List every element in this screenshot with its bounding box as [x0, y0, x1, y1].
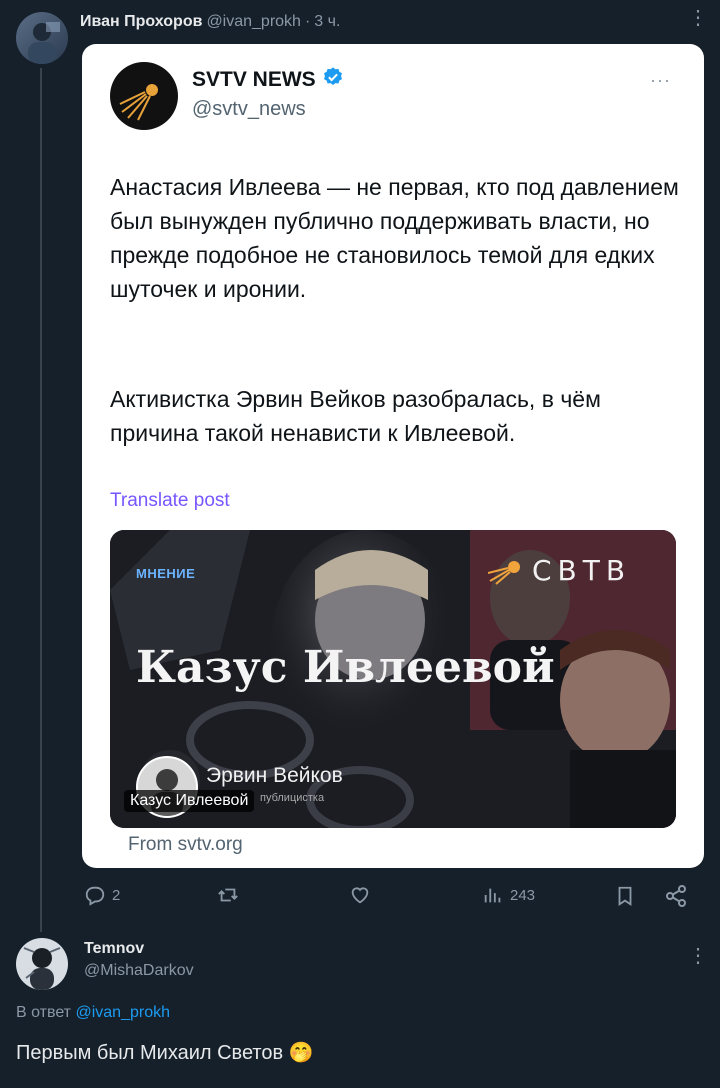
like-icon	[351, 887, 369, 904]
article-source[interactable]: From svtv.org	[128, 834, 243, 856]
article-tag: МНЕНИЕ	[136, 566, 196, 581]
in-reply-prefix: В ответ	[16, 1004, 72, 1021]
article-headline: Казус Ивлеевой	[136, 642, 555, 693]
author-handle[interactable]: @ivan_prokh	[206, 13, 301, 31]
reply-more-options-icon[interactable]: ⋮	[688, 946, 708, 966]
article-author-name: Эрвин Вейков	[206, 764, 343, 787]
sputnik-logo-icon	[488, 560, 520, 585]
quoted-more-icon[interactable]: ···	[650, 70, 671, 91]
reply-author-avatar[interactable]	[16, 938, 68, 990]
views-count: 243	[510, 886, 536, 904]
reply-avatar-image	[23, 947, 61, 990]
share-icon	[666, 885, 686, 907]
reply-text: Первым был Михаил Светов 🤭	[16, 1040, 314, 1065]
retweet-button[interactable]	[216, 884, 240, 906]
author-avatar-image	[28, 22, 60, 64]
image-caption-badge: Казус Ивлеевой	[124, 790, 255, 812]
article-author-role: публицистка	[260, 792, 325, 804]
article-preview-image[interactable]: МНЕНИЕ СВТВ Казус Ивлеевой Эрвин Вейков …	[110, 530, 676, 828]
bookmark-icon	[618, 886, 632, 906]
quoted-tweet-card[interactable]: SVTV NEWS @svtv_news ··· Анастасия Ивлее…	[82, 44, 704, 868]
reply-author-name[interactable]: Temnov	[84, 940, 144, 958]
reply-author-handle[interactable]: @MishaDarkov	[84, 962, 194, 980]
share-button[interactable]	[664, 884, 688, 908]
reply-count: 2	[112, 886, 121, 904]
tweet-header: Иван Прохоров @ivan_prokh · 3 ч.	[80, 10, 340, 34]
views-icon	[484, 888, 501, 903]
author-avatar[interactable]	[16, 12, 68, 64]
author-name[interactable]: Иван Прохоров	[80, 13, 202, 31]
article-brand-text: СВТВ	[532, 554, 632, 587]
views-button[interactable]: 243	[482, 884, 535, 906]
quoted-author-handle[interactable]: @svtv_news	[192, 98, 306, 121]
thread-line	[40, 68, 42, 932]
reply-button[interactable]: 2	[84, 884, 120, 906]
reply-icon	[85, 886, 105, 906]
quoted-text-paragraph-2: Активистка Эрвин Вейков разобралась, в ч…	[110, 386, 601, 446]
quoted-author-name[interactable]: SVTV NEWS	[192, 68, 316, 92]
retweet-icon	[218, 888, 238, 902]
translate-post-link[interactable]: Translate post	[110, 490, 230, 512]
in-reply-to: В ответ @ivan_prokh	[16, 1004, 170, 1022]
svtv-avatar[interactable]	[110, 62, 178, 130]
sputnik-logo-icon	[119, 84, 158, 121]
time-separator: ·	[304, 13, 311, 30]
quoted-header: SVTV NEWS	[192, 66, 344, 93]
bookmark-button[interactable]	[614, 884, 636, 908]
like-button[interactable]	[348, 884, 372, 906]
tweet-time[interactable]: 3 ч.	[314, 13, 340, 31]
in-reply-handle-link[interactable]: @ivan_prokh	[75, 1004, 170, 1021]
quoted-text-paragraph-1: Анастасия Ивлеева — не первая, кто под д…	[110, 174, 679, 302]
reply-text-body: Первым был Михаил Светов	[16, 1042, 284, 1064]
verified-badge-icon	[322, 66, 344, 93]
reply-emoji: 🤭	[288, 1042, 314, 1064]
article-brand: СВТВ	[488, 554, 631, 587]
more-options-icon[interactable]: ⋮	[688, 8, 708, 28]
